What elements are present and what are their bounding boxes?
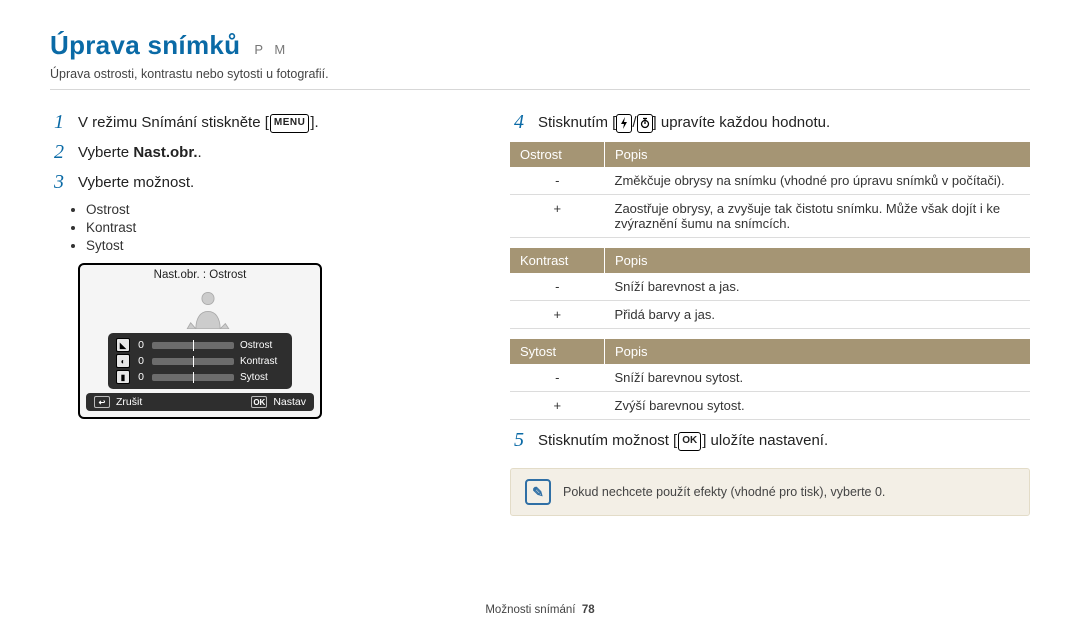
footer-label: Zrušit	[116, 396, 142, 408]
table-row: -Sníží barevnost a jas.	[510, 273, 1030, 301]
bullet-item: Ostrost	[86, 202, 480, 217]
screenshot-preview	[90, 287, 310, 329]
desc-cell: Sníží barevnou sytost.	[605, 364, 1031, 392]
step-2: 2 Vyberte Nast.obr..	[50, 142, 480, 164]
desc-cell: Sníží barevnost a jas.	[605, 273, 1031, 301]
ok-button-icon: OK	[678, 432, 701, 451]
page-title: Úprava snímků	[50, 30, 240, 61]
table-header: Popis	[605, 248, 1031, 273]
desc-cell: Změkčuje obrysy na snímku (vhodné pro úp…	[605, 167, 1031, 195]
step-text: Stisknutím možnost [OK] uložíte nastaven…	[538, 430, 828, 452]
description-table: KontrastPopis-Sníží barevnost a jas.+Při…	[510, 248, 1030, 329]
left-column: 1 V režimu Snímání stiskněte [MENU]. 2 V…	[50, 104, 480, 516]
table-header: Kontrast	[510, 248, 605, 273]
screenshot-title: Nast.obr. : Ostrost	[80, 265, 320, 283]
description-table: SytostPopis-Sníží barevnou sytost.+Zvýší…	[510, 339, 1030, 420]
option-bullets: Ostrost Kontrast Sytost	[86, 202, 480, 253]
sign-cell: +	[510, 195, 605, 238]
step-3: 3 Vyberte možnost.	[50, 172, 480, 194]
heading-row: Úprava snímků P M	[50, 30, 1030, 61]
table-header: Ostrost	[510, 142, 605, 167]
timer-icon	[637, 114, 653, 133]
osd-label: Ostrost	[240, 340, 284, 351]
menu-button-icon: MENU	[270, 114, 309, 133]
step-number: 4	[510, 112, 528, 132]
osd-value: 0	[136, 339, 146, 351]
sign-cell: -	[510, 167, 605, 195]
saturation-icon: ▮	[116, 370, 130, 384]
right-column: 4 Stisknutím [/] upravíte každou hodnotu…	[510, 104, 1030, 516]
step-number: 1	[50, 112, 68, 132]
sign-cell: -	[510, 364, 605, 392]
step-number: 3	[50, 172, 68, 192]
step-text: Stisknutím [/] upravíte každou hodnotu.	[538, 112, 830, 134]
screenshot-footer: ↩ Zrušit OK Nastav	[86, 393, 314, 411]
osd-row: ▮ 0 Sytost	[108, 369, 292, 385]
step-4: 4 Stisknutím [/] upravíte každou hodnotu…	[510, 112, 1030, 134]
osd-label: Sytost	[240, 372, 284, 383]
table-header: Sytost	[510, 339, 605, 364]
step-5: 5 Stisknutím možnost [OK] uložíte nastav…	[510, 430, 1030, 452]
manual-page: Úprava snímků P M Úprava ostrosti, kontr…	[0, 0, 1080, 630]
screenshot-osd: ◣ 0 Ostrost ◐ 0 Kontrast ▮ 0	[108, 333, 292, 389]
table-row: -Změkčuje obrysy na snímku (vhodné pro ú…	[510, 167, 1030, 195]
footer-section: Možnosti snímání	[485, 604, 575, 616]
contrast-icon: ◐	[116, 354, 130, 368]
osd-value: 0	[136, 355, 146, 367]
silhouette-icon	[182, 287, 234, 329]
footer-page-number: 78	[582, 604, 595, 616]
table-header: Popis	[605, 339, 1031, 364]
step-number: 5	[510, 430, 528, 450]
table-row: -Sníží barevnou sytost.	[510, 364, 1030, 392]
info-text: Pokud nechcete použít efekty (vhodné pro…	[563, 485, 885, 499]
desc-cell: Zvýší barevnou sytost.	[605, 392, 1031, 420]
sign-cell: +	[510, 301, 605, 329]
page-title-modes: P M	[254, 42, 289, 57]
sharpness-icon: ◣	[116, 338, 130, 352]
page-footer: Možnosti snímání 78	[0, 604, 1080, 616]
info-note: ✎ Pokud nechcete použít efekty (vhodné p…	[510, 468, 1030, 516]
sign-cell: +	[510, 392, 605, 420]
table-row: +Přidá barvy a jas.	[510, 301, 1030, 329]
step-text: Vyberte Nast.obr..	[78, 142, 202, 164]
slider-bar	[152, 342, 234, 349]
slider-bar	[152, 358, 234, 365]
osd-label: Kontrast	[240, 356, 284, 367]
osd-row: ◣ 0 Ostrost	[108, 337, 292, 353]
step-text: V režimu Snímání stiskněte [MENU].	[78, 112, 319, 134]
step-1: 1 V režimu Snímání stiskněte [MENU].	[50, 112, 480, 134]
info-icon: ✎	[525, 479, 551, 505]
osd-value: 0	[136, 371, 146, 383]
desc-cell: Zaostřuje obrysy, a zvyšuje tak čistotu …	[605, 195, 1031, 238]
table-row: +Zaostřuje obrysy, a zvyšuje tak čistotu…	[510, 195, 1030, 238]
camera-screenshot: Nast.obr. : Ostrost ◣ 0 Ostrost ◐	[78, 263, 322, 419]
osd-row: ◐ 0 Kontrast	[108, 353, 292, 369]
footer-label: Nastav	[273, 396, 306, 408]
back-icon: ↩	[94, 396, 110, 408]
bullet-item: Kontrast	[86, 220, 480, 235]
bullet-item: Sytost	[86, 238, 480, 253]
step-number: 2	[50, 142, 68, 162]
page-subtitle: Úprava ostrosti, kontrastu nebo sytosti …	[50, 67, 1030, 90]
ok-icon: OK	[251, 396, 267, 408]
slider-bar	[152, 374, 234, 381]
description-table: OstrostPopis-Změkčuje obrysy na snímku (…	[510, 142, 1030, 238]
flash-icon	[616, 114, 632, 133]
table-row: +Zvýší barevnou sytost.	[510, 392, 1030, 420]
desc-cell: Přidá barvy a jas.	[605, 301, 1031, 329]
table-header: Popis	[605, 142, 1031, 167]
sign-cell: -	[510, 273, 605, 301]
step-text: Vyberte možnost.	[78, 172, 194, 194]
